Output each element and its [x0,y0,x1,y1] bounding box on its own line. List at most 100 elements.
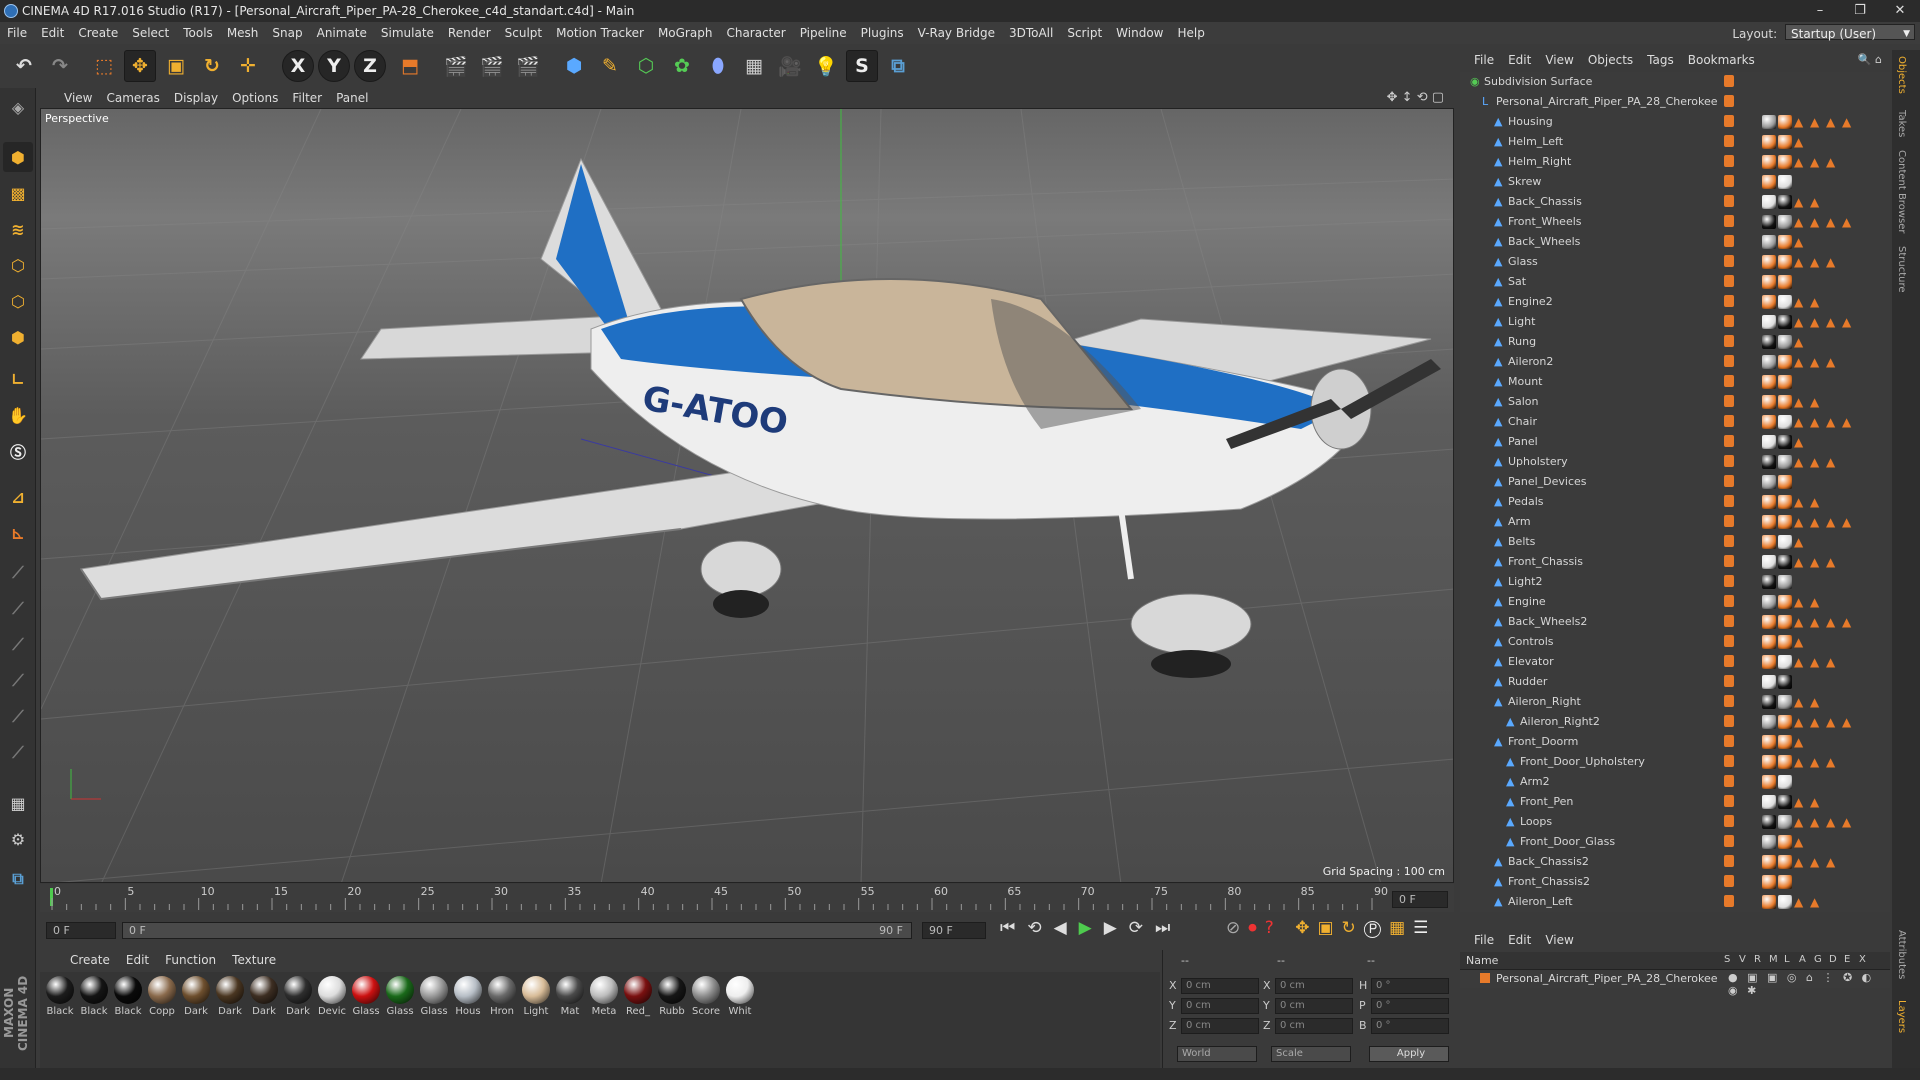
menu-sculpt[interactable]: Sculpt [498,22,549,44]
object-row[interactable]: ▲ Front_Wheels ▲ ▲ ▲ ▲ [1460,212,1890,232]
layer-row[interactable]: Personal_Aircraft_Piper_PA_28_Cherokee ●… [1460,970,1890,997]
material-tag-icon[interactable]: ▲ [1810,195,1824,209]
material-tag-icon[interactable]: ▲ [1842,615,1856,629]
object-row[interactable]: ▲ Upholstery ▲ ▲ ▲ [1460,452,1890,472]
object-row[interactable]: ▲ Skrew [1460,172,1890,192]
object-row[interactable]: ▲ Loops ▲ ▲ ▲ ▲ [1460,812,1890,832]
current-frame-field[interactable]: 0 F [1392,891,1448,908]
material-tag-icon[interactable] [1762,815,1776,829]
material-tag-icon[interactable]: ▲ [1794,455,1808,469]
material-tag-icon[interactable]: ▲ [1810,855,1824,869]
material-tag-icon[interactable]: ▲ [1794,615,1808,629]
record-icon[interactable]: ⏺ [1248,918,1265,938]
layer-color-tag[interactable] [1724,215,1734,227]
material-tag-icon[interactable]: ▲ [1826,755,1840,769]
material-tag-icon[interactable]: ▲ [1826,155,1840,169]
material-tag-icon[interactable] [1778,855,1792,869]
sculpt-brush-2-icon[interactable]: ⟋ [3,594,33,624]
layer-color-tag[interactable] [1724,575,1734,587]
material-tag-icon[interactable] [1778,135,1792,149]
object-row[interactable]: ▲ Front_Doorm ▲ [1460,732,1890,752]
layer-color-tag[interactable] [1724,415,1734,427]
menu-select[interactable]: Select [125,22,176,44]
material-tag-icon[interactable]: ▲ [1810,315,1824,329]
material-swatch[interactable]: Copp [146,976,178,1017]
layer-color-tag[interactable] [1724,555,1734,567]
material-swatch[interactable]: Score [690,976,722,1017]
material-swatch[interactable]: Glass [350,976,382,1017]
layer-color-tag[interactable] [1724,115,1734,127]
layer-color-tag[interactable] [1724,835,1734,847]
material-tag-icon[interactable] [1778,375,1792,389]
material-tag-icon[interactable]: ▲ [1794,215,1808,229]
material-tag-icon[interactable] [1778,755,1792,769]
floor-icon[interactable]: ▦ [738,50,770,82]
material-tag-icon[interactable]: ▲ [1810,655,1824,669]
material-tag-icon[interactable]: ▲ [1794,435,1808,449]
object-row[interactable]: ▲ Light ▲ ▲ ▲ ▲ [1460,312,1890,332]
layer-color-tag[interactable] [1724,435,1734,447]
material-tag-icon[interactable] [1778,495,1792,509]
coord-value-field[interactable]: 0 cm [1275,1018,1353,1034]
coord-value-field[interactable]: 0 cm [1181,978,1259,994]
material-tag-icon[interactable]: ▲ [1794,635,1808,649]
material-tag-icon[interactable]: ▲ [1810,515,1824,529]
material-tag-icon[interactable]: ▲ [1794,315,1808,329]
material-tag-icon[interactable] [1762,575,1776,589]
material-tag-icon[interactable]: ▲ [1810,755,1824,769]
object-row[interactable]: ▲ Rudder [1460,672,1890,692]
coord-value-field[interactable]: 0 cm [1275,998,1353,1014]
material-tag-icon[interactable]: ▲ [1826,355,1840,369]
points-mode-icon[interactable]: ⬡ [3,250,33,280]
material-tag-icon[interactable]: ▲ [1826,255,1840,269]
material-tag-icon[interactable] [1778,695,1792,709]
cloner-icon[interactable]: ✿ [666,50,698,82]
object-row[interactable]: ▲ Panel_Devices [1460,472,1890,492]
material-tag-icon[interactable] [1762,755,1776,769]
material-tag-icon[interactable]: ▲ [1810,355,1824,369]
live-selection-icon[interactable]: ⬚ [88,50,120,82]
material-swatch[interactable]: Whit [724,976,756,1017]
material-tag-icon[interactable]: ▲ [1826,315,1840,329]
material-tag-icon[interactable]: ▲ [1794,515,1808,529]
layer-color-tag[interactable] [1724,635,1734,647]
layer-color-tag[interactable] [1724,615,1734,627]
material-tag-icon[interactable] [1778,455,1792,469]
layer-color-tag[interactable] [1724,695,1734,707]
object-row[interactable]: ▲ Panel ▲ [1460,432,1890,452]
material-tag-icon[interactable] [1778,475,1792,489]
material-tag-icon[interactable]: ▲ [1842,215,1856,229]
material-swatch[interactable]: Mat [554,976,586,1017]
material-tag-icon[interactable]: ▲ [1842,715,1856,729]
render-settings-icon[interactable]: 🎬 [512,50,544,82]
coordinate-system-icon[interactable]: ⬒ [394,50,426,82]
material-tag-icon[interactable]: ▲ [1794,855,1808,869]
coord-value-field[interactable]: 0 ° [1371,1018,1449,1034]
material-tag-icon[interactable] [1778,535,1792,549]
object-row[interactable]: ▲ Mount [1460,372,1890,392]
material-swatch[interactable]: Glass [418,976,450,1017]
layer-color-tag[interactable] [1724,495,1734,507]
material-tag-icon[interactable]: ▲ [1794,535,1808,549]
object-row[interactable]: ▲ Aileron_Right2 ▲ ▲ ▲ ▲ [1460,712,1890,732]
menu-character[interactable]: Character [719,22,792,44]
material-tag-icon[interactable] [1762,175,1776,189]
layer-color-tag[interactable] [1724,795,1734,807]
object-row[interactable]: ▲ Helm_Right ▲ ▲ ▲ [1460,152,1890,172]
material-tag-icon[interactable]: ▲ [1810,815,1824,829]
y-axis-lock-button[interactable]: Y [318,50,350,82]
camera-icon[interactable]: 🎥 [774,50,806,82]
menu-3dtoall[interactable]: 3DToAll [1002,22,1060,44]
material-tag-icon[interactable]: ▲ [1826,715,1840,729]
material-tag-icon[interactable]: ▲ [1794,495,1808,509]
objects-menu-view[interactable]: View [1538,50,1580,70]
timeline-menu-icon[interactable]: ☰ [1413,918,1436,938]
material-tag-icon[interactable]: ▲ [1810,215,1824,229]
material-tag-icon[interactable]: ▲ [1842,115,1856,129]
tab-takes[interactable]: Takes [1896,110,1907,137]
material-tag-icon[interactable] [1762,775,1776,789]
material-tag-icon[interactable]: ▲ [1826,415,1840,429]
x-axis-lock-button[interactable]: X [282,50,314,82]
key-rotate-icon[interactable]: ↻ [1342,918,1364,938]
object-row[interactable]: ▲ Arm ▲ ▲ ▲ ▲ [1460,512,1890,532]
